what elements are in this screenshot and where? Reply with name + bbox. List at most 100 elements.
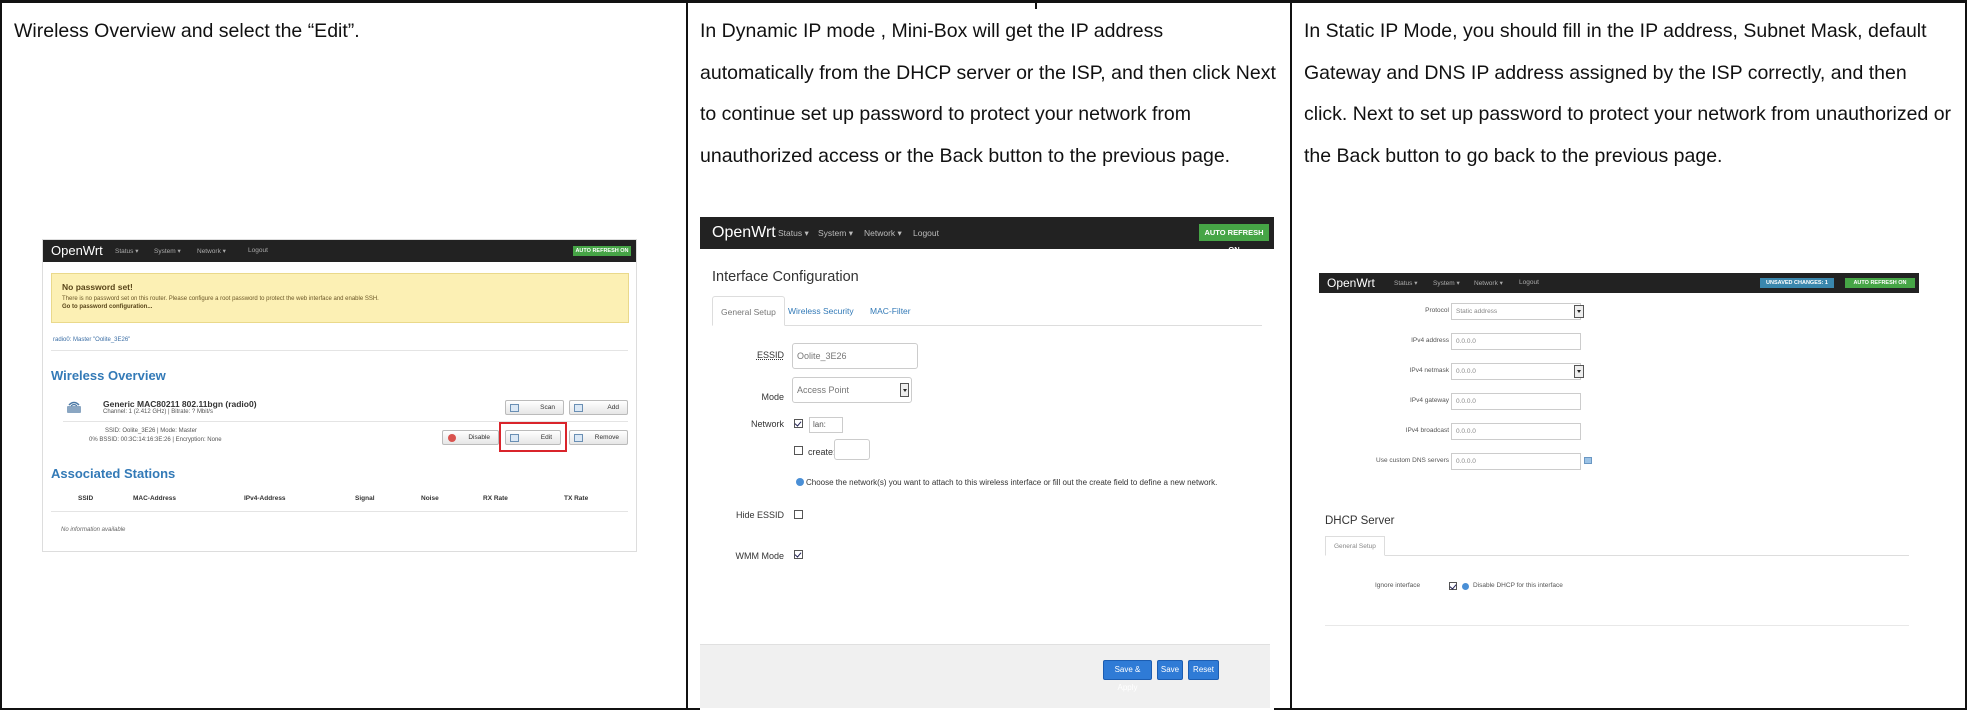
top-navbar: OpenWrt Status ▾ System ▾ Network ▾ Logo… [1319,273,1919,293]
col-header-ipv4: IPv4-Address [244,495,286,502]
alert-title: No password set! [62,282,133,292]
essid-label: ESSID [756,350,784,360]
screenshot-wireless-overview: OpenWrt Status ▾ System ▾ Network ▾ Logo… [42,239,637,552]
wireless-overview-heading: Wireless Overview [51,368,166,383]
hide-essid-checkbox[interactable] [794,510,803,519]
dhcp-tabs: General Setup [1325,536,1909,556]
brand-logo[interactable]: OpenWrt [1327,276,1375,290]
menu-system[interactable]: System ▾ [154,247,181,255]
save-button[interactable]: Save [1157,660,1183,680]
menu-status[interactable]: Status ▾ [1394,279,1418,287]
menu-logout[interactable]: Logout [913,228,939,238]
scan-button-label: Scan [540,404,555,411]
no-info-text: No information available [61,527,126,533]
divider [1325,625,1909,626]
tab-dhcp-general-setup[interactable]: General Setup [1325,536,1385,556]
custom-dns-field[interactable]: 0.0.0.0 [1451,453,1581,470]
create-network-input[interactable] [834,439,870,460]
ipv4-broadcast-label: IPv4 broadcast [1405,427,1449,434]
wmm-mode-checkbox[interactable] [794,550,803,559]
menu-logout[interactable]: Logout [1519,279,1539,286]
ignore-interface-label: Ignore interface [1375,582,1421,589]
auto-refresh-badge[interactable]: AUTO REFRESH ON [1845,278,1915,288]
menu-network[interactable]: Network ▾ [1474,279,1503,287]
network-hint-text: Choose the network(s) you want to attach… [806,478,1218,487]
remove-button-label: Remove [594,434,619,441]
mode-select-value: Access Point [797,385,850,395]
ipv4-broadcast-field[interactable]: 0.0.0.0 [1451,423,1581,440]
radio-channel-info: Channel: 1 (2.412 GHz) | Bitrate: ? Mbit… [103,409,213,415]
save-apply-button[interactable]: Save & Apply [1103,660,1152,692]
menu-logout[interactable]: Logout [248,247,268,254]
auto-refresh-badge[interactable]: AUTO REFRESH ON [573,246,631,256]
disable-button[interactable]: Disable [442,430,499,445]
brand-logo[interactable]: OpenWrt [51,243,103,258]
remove-button[interactable]: Remove [569,430,628,445]
mode-label: Mode [761,392,784,402]
ipv4-netmask-label: IPv4 netmask [1409,367,1449,374]
edit-highlight-box [499,422,567,452]
col-header-noise: Noise [421,495,439,502]
divider [51,350,628,351]
wmm-mode-label: WMM Mode [735,551,784,561]
password-config-link[interactable]: Go to password configuration... [62,304,152,310]
hide-essid-label: Hide ESSID [735,510,784,520]
protocol-label: Protocol [1425,307,1449,314]
tab-mac-filter[interactable]: MAC-Filter [862,296,919,326]
create-label: create: [808,447,836,457]
ipv4-address-field[interactable]: 0.0.0.0 [1451,333,1581,350]
alert-body: There is no password set on this router.… [62,296,379,302]
ignore-interface-checkbox[interactable] [1449,582,1457,590]
top-navbar: OpenWrt Status ▾ System ▾ Network ▾ Logo… [43,240,636,262]
document-table: Wireless Overview and select the “Edit”.… [0,0,1967,710]
chevron-down-icon [900,383,909,397]
scan-button[interactable]: Scan [505,400,564,415]
menu-status[interactable]: Status ▾ [115,247,139,255]
mode-select[interactable]: Access Point [792,377,912,403]
ipv4-netmask-select[interactable]: 0.0.0.0 [1451,363,1581,380]
col-header-ssid: SSID [78,495,94,502]
auto-refresh-badge[interactable]: AUTO REFRESH ON [1199,224,1269,254]
custom-dns-label: Use custom DNS servers [1376,457,1449,464]
col-header-signal: Signal [355,495,375,502]
screenshot-static-ip-config: OpenWrt Status ▾ System ▾ Network ▾ Logo… [1319,273,1919,631]
scan-icon [510,404,519,412]
create-network-checkbox[interactable] [794,446,803,455]
menu-network[interactable]: Network ▾ [864,228,902,239]
wifi-radio-icon [67,401,81,413]
col-header-rx-rate: RX Rate [483,495,508,502]
col-header-mac: MAC-Address [133,495,176,502]
cell-text-col3: In Static IP Mode, you should fill in th… [1304,20,1952,167]
unsaved-changes-badge[interactable]: UNSAVED CHANGES: 1 [1760,278,1834,288]
info-icon [1462,583,1469,590]
disable-button-label: Disable [468,434,490,441]
lan-label: lan: [813,420,826,429]
reset-button[interactable]: Reset [1188,660,1219,680]
ipv4-gateway-label: IPv4 gateway [1409,397,1449,404]
menu-system[interactable]: System ▾ [1433,279,1460,287]
chevron-down-icon [1574,305,1584,318]
chevron-down-icon [1574,365,1584,378]
network-hint: Choose the network(s) you want to attach… [796,478,1217,487]
menu-network[interactable]: Network ▾ [197,247,226,255]
tab-wireless-security[interactable]: Wireless Security [780,296,862,326]
network-lan-checkbox[interactable] [794,419,803,428]
cell-text-col1: Wireless Overview and select the “Edit”. [14,20,360,42]
screenshot-interface-config: OpenWrt Status ▾ System ▾ Network ▾ Logo… [700,217,1274,710]
protocol-select[interactable]: Static address [1451,303,1581,320]
disable-icon [448,434,456,442]
brand-logo[interactable]: OpenWrt [712,224,776,242]
radio-device-name: Generic MAC80211 802.11bgn (radio0) [103,399,257,409]
add-button-label: Add [607,404,619,411]
add-dns-icon[interactable] [1584,457,1592,464]
menu-system[interactable]: System ▾ [818,228,853,239]
tab-general-setup[interactable]: General Setup [712,296,785,326]
menu-status[interactable]: Status ▾ [778,228,809,239]
breadcrumb[interactable]: radio0: Master "Oolite_3E26" [53,337,130,343]
add-button[interactable]: Add [569,400,628,415]
essid-field[interactable]: Oolite_3E26 [792,343,918,369]
ipv4-address-label: IPv4 address [1411,337,1449,344]
network-label: Network [750,419,784,429]
ignore-interface-description: Disable DHCP for this interface [1473,582,1563,589]
ipv4-gateway-field[interactable]: 0.0.0.0 [1451,393,1581,410]
